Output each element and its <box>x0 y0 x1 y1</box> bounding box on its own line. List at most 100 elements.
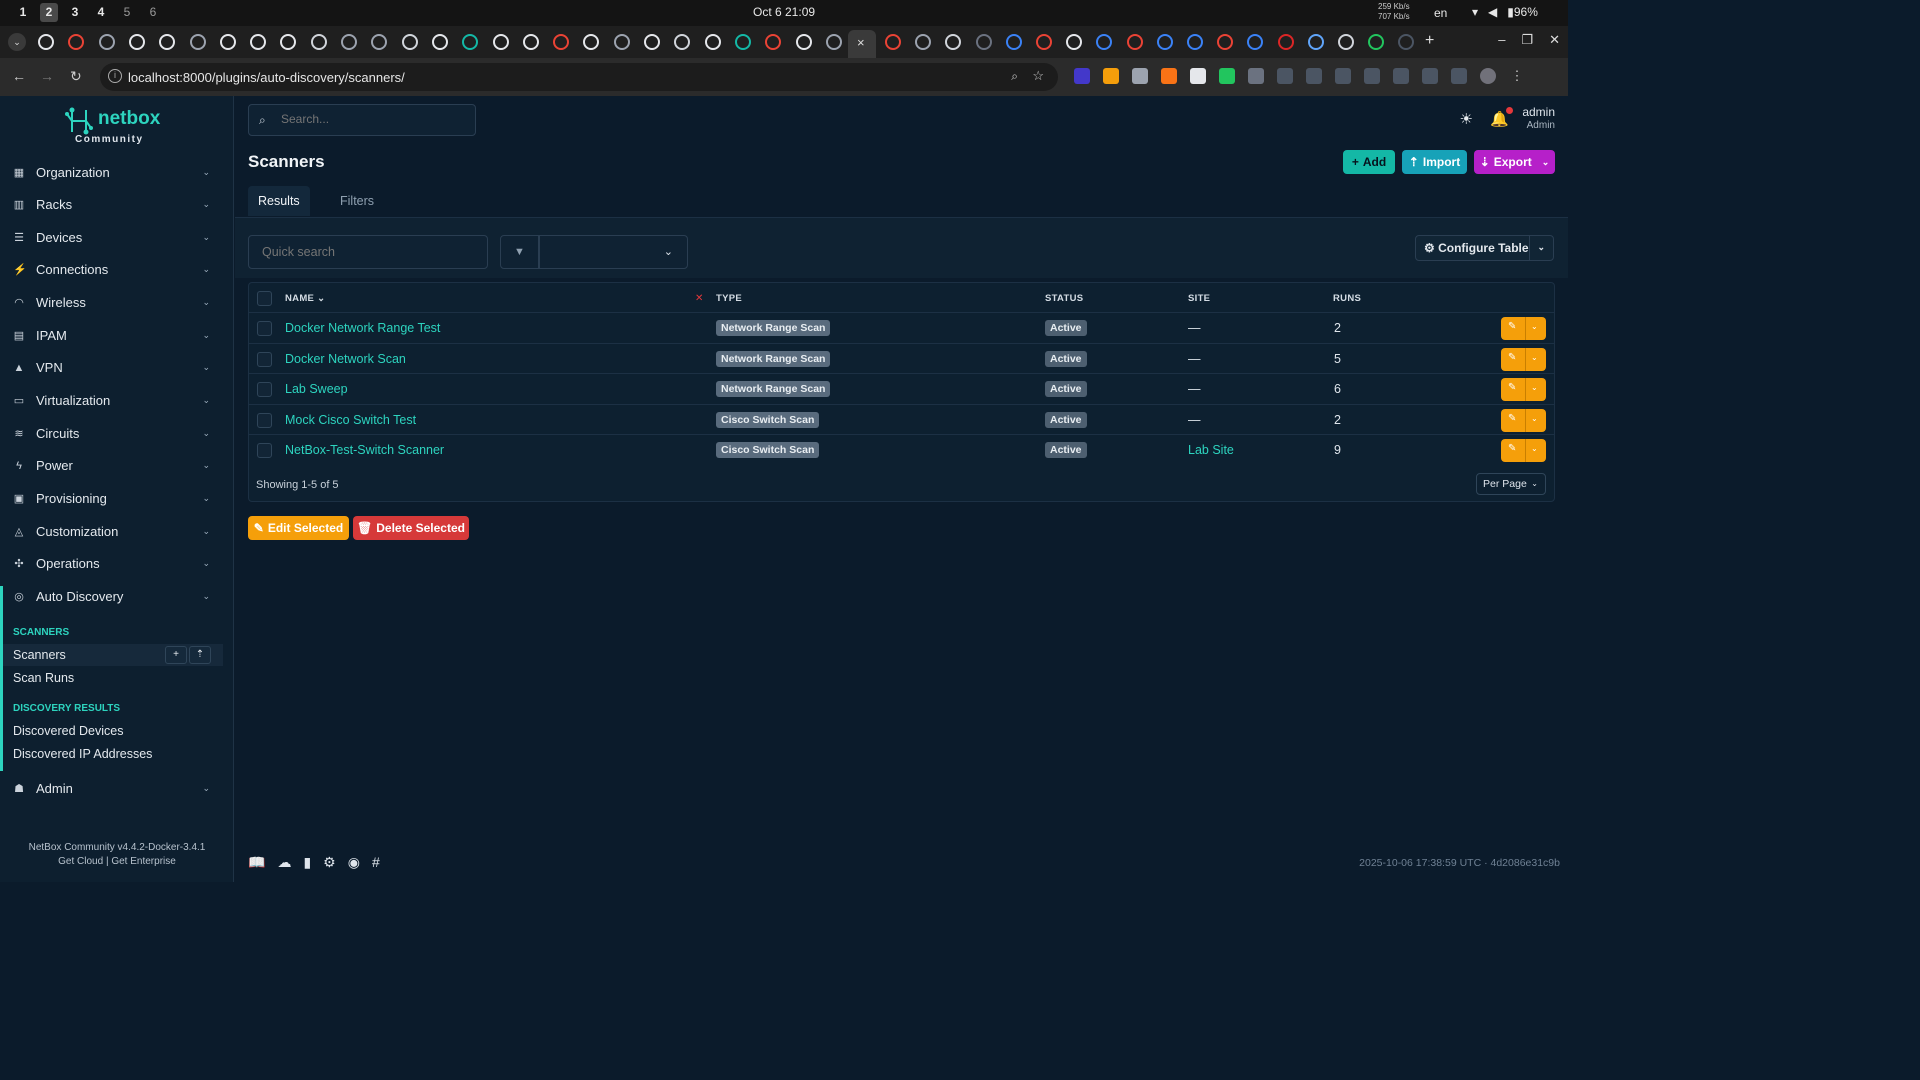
close-window-icon[interactable]: ✕ <box>1549 32 1560 48</box>
sidebar-item-wireless[interactable]: ◠ Wireless ⌄ <box>0 287 234 319</box>
quick-search-input[interactable] <box>249 236 487 268</box>
extension-icon[interactable] <box>1161 68 1177 84</box>
browser-tab-favicon[interactable] <box>1066 34 1083 50</box>
history-icon[interactable] <box>1451 68 1467 84</box>
global-search[interactable]: ⌕ <box>248 104 476 136</box>
notifications-bell-icon[interactable]: 🔔 <box>1490 107 1513 128</box>
row-actions-button[interactable]: ✎ ⌄ <box>1501 347 1546 371</box>
puzzle-icon[interactable] <box>1248 68 1264 84</box>
sidebar-item-devices[interactable]: ☰ Devices ⌄ <box>0 221 234 253</box>
netbox-logo[interactable]: netbox Community <box>64 106 160 145</box>
theme-toggle-icon[interactable]: ☀ <box>1460 110 1473 128</box>
browser-tab-favicon[interactable] <box>219 34 236 50</box>
browser-tab-favicon[interactable] <box>915 34 932 50</box>
row-checkbox[interactable] <box>257 443 272 459</box>
star-icon[interactable] <box>1306 68 1322 84</box>
chevron-down-icon[interactable]: ⌄ <box>1531 414 1538 423</box>
active-tab[interactable]: × <box>848 30 876 58</box>
row-checkbox[interactable] <box>257 321 272 336</box>
import-button[interactable]: ⇡ Import <box>1402 150 1467 174</box>
browser-tab-favicon[interactable] <box>68 34 85 50</box>
browser-tab-favicon[interactable] <box>975 34 992 50</box>
sidebar-item-organization[interactable]: ▦ Organization ⌄ <box>0 156 234 188</box>
get-enterprise-link[interactable]: Get Enterprise <box>111 856 175 867</box>
site-info-icon[interactable]: i <box>108 69 122 83</box>
api-icon[interactable]: ⚙ <box>323 854 336 871</box>
workspace-1[interactable]: 1 <box>14 3 32 22</box>
sidebar-item-power[interactable]: ϟ Power ⌄ <box>0 450 234 482</box>
scanner-name-link[interactable]: Docker Network Scan <box>285 352 406 366</box>
browser-tab-favicon[interactable] <box>945 34 962 50</box>
browser-tab-favicon[interactable] <box>644 34 660 50</box>
forward-icon[interactable]: → <box>40 68 54 84</box>
reload-icon[interactable]: ↻ <box>70 68 82 85</box>
sidebar-item-circuits[interactable]: ≋ Circuits ⌄ <box>0 417 234 449</box>
chevron-down-icon[interactable]: ⌄ <box>1531 322 1538 331</box>
row-checkbox[interactable] <box>257 351 272 367</box>
chevron-down-icon[interactable]: ⌄ <box>1531 383 1538 392</box>
row-checkbox[interactable] <box>257 412 272 428</box>
sidebar-item-discovered-ips[interactable]: Discovered IP Addresses <box>3 743 223 765</box>
browser-tab-favicon[interactable] <box>795 34 812 50</box>
add-button[interactable]: + Add <box>1343 150 1395 174</box>
workspace-6[interactable]: 6 <box>144 3 162 22</box>
zoom-icon[interactable]: ⌕ <box>1011 69 1018 84</box>
workspace-2[interactable]: 2 <box>40 3 58 22</box>
tab-search-icon[interactable]: ⌄ <box>8 33 26 51</box>
add-scanner-button[interactable]: + <box>165 646 187 664</box>
sidebar-item-operations[interactable]: ✣ Operations ⌄ <box>0 548 234 580</box>
reader-icon[interactable] <box>1393 68 1409 84</box>
browser-tab-favicon[interactable] <box>734 34 751 50</box>
scanner-name-link[interactable]: Lab Sweep <box>285 382 348 396</box>
browser-tab-favicon[interactable] <box>583 34 600 50</box>
sidebar-item-auto-discovery[interactable]: ◎ Auto Discovery ⌄ <box>0 580 234 612</box>
sidebar-item-connections[interactable]: ⚡ Connections ⌄ <box>0 254 234 286</box>
row-actions-button[interactable]: ✎ ⌄ <box>1501 439 1546 463</box>
configure-table-button[interactable]: ⚙ Configure Table ⌄ <box>1415 235 1554 261</box>
scanner-name-link[interactable]: Docker Network Range Test <box>285 321 440 335</box>
get-cloud-link[interactable]: Get Cloud <box>58 856 103 867</box>
browser-tab-favicon[interactable] <box>765 34 782 50</box>
battery-indicator[interactable]: ▮96% <box>1507 5 1538 19</box>
pencil-icon[interactable]: ✎ <box>1508 382 1516 393</box>
browser-tab-favicon[interactable] <box>250 34 267 50</box>
profile-avatar[interactable] <box>1480 68 1496 84</box>
browser-tab-favicon[interactable] <box>98 34 115 50</box>
sidebar-item-admin[interactable]: ☗ Admin ⌄ <box>0 772 234 804</box>
row-actions-button[interactable]: ✎ ⌄ <box>1501 317 1546 340</box>
close-tab-icon[interactable]: × <box>857 35 865 50</box>
pencil-icon[interactable]: ✎ <box>1508 413 1516 424</box>
browser-tab-favicon[interactable] <box>1005 34 1022 50</box>
column-header-status[interactable]: STATUS <box>1045 293 1083 304</box>
browser-tab-favicon[interactable] <box>1187 34 1203 50</box>
github-icon[interactable]: ◉ <box>348 854 360 871</box>
sidebar-item-scan-runs[interactable]: Scan Runs <box>3 667 223 689</box>
browser-tab-favicon[interactable] <box>1156 34 1173 50</box>
browser-tab-favicon[interactable] <box>128 34 145 50</box>
browser-tab-favicon[interactable] <box>310 34 327 50</box>
browser-tab-favicon[interactable] <box>553 34 570 50</box>
location-icon[interactable] <box>1422 68 1438 84</box>
volume-icon[interactable]: ◀ <box>1488 5 1497 19</box>
minimize-icon[interactable]: – <box>1498 32 1505 48</box>
browser-tab-favicon[interactable] <box>401 34 418 50</box>
system-tray[interactable]: ▾ ◀ ▮96% <box>1472 5 1538 19</box>
browser-tab-favicon[interactable] <box>1368 34 1385 50</box>
url-omnibox[interactable]: i localhost:8000/plugins/auto-discovery/… <box>100 63 1058 91</box>
quick-search[interactable] <box>248 235 488 269</box>
sidebar-item-provisioning[interactable]: ▣ Provisioning ⌄ <box>0 483 234 515</box>
browser-tab-favicon[interactable] <box>1398 34 1415 50</box>
column-header-name[interactable]: NAME ⌄ <box>285 293 325 304</box>
column-header-runs[interactable]: RUNS <box>1333 293 1361 304</box>
import-scanner-button[interactable]: ⇡ <box>189 646 211 664</box>
kebab-menu-icon[interactable]: ⋮ <box>1509 68 1525 84</box>
system-clock[interactable]: Oct 6 21:09 <box>753 5 815 19</box>
row-checkbox[interactable] <box>257 382 272 398</box>
new-tab-button[interactable]: + <box>1425 32 1434 50</box>
browser-tab-favicon[interactable] <box>1307 34 1324 50</box>
row-actions-button[interactable]: ✎ ⌄ <box>1501 378 1546 402</box>
row-actions-button[interactable]: ✎ ⌄ <box>1501 408 1546 432</box>
export-button[interactable]: ⇣ Export ⌄ <box>1474 150 1555 174</box>
cloud-icon[interactable]: ☁ <box>277 854 291 871</box>
scanner-name-link[interactable]: NetBox-Test-Switch Scanner <box>285 443 444 457</box>
